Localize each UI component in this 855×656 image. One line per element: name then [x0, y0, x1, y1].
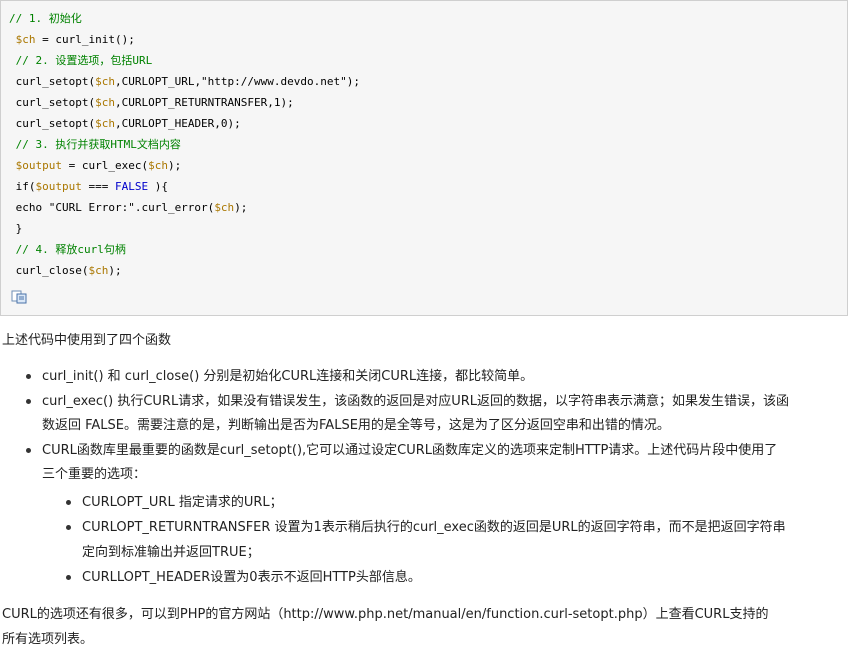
code-token: } [9, 222, 23, 235]
intro-text: 上述代码中使用到了四个函数 [2, 333, 172, 348]
code-token: curl_setopt( [9, 117, 96, 130]
code-token: ); [234, 201, 248, 214]
code-token: curl_setopt( [9, 96, 96, 109]
code-line: if($output === FALSE ){ [9, 176, 168, 197]
code-token: ,CURLOPT_HEADER,0); [114, 117, 241, 130]
code-token: ){ [148, 180, 168, 193]
outro-line-2: 所有选项列表。 [2, 632, 94, 647]
code-token: ,CURLOPT_RETURNTRANSFER,1); [114, 96, 294, 109]
code-line: $output = curl_exec($ch); [9, 155, 182, 176]
code-token: $ch [148, 159, 168, 172]
code-line: } [9, 218, 23, 239]
copy-code-icon[interactable] [11, 290, 28, 304]
code-token: // 3. 执行并获取HTML文档内容 [9, 138, 181, 151]
code-line: echo "CURL Error:".curl_error($ch); [9, 197, 248, 218]
code-line: curl_setopt($ch,CURLOPT_RETURNTRANSFER,1… [9, 92, 294, 113]
code-token: ); [108, 264, 122, 277]
sub-bullet-item-line: 定向到标准输出并返回TRUE； [82, 545, 260, 560]
code-token: FALSE [114, 180, 149, 193]
bullet-dot [26, 374, 31, 379]
sub-bullet-item-line: CURLOPT_URL 指定请求的URL； [82, 495, 283, 510]
code-line: $ch = curl_init(); [9, 29, 135, 50]
code-token: curl_close( [9, 264, 89, 277]
bullet-item-line: curl_exec() 执行CURL请求，如果没有错误发生，该函数的返回是对应U… [42, 393, 789, 409]
code-token: = curl_exec( [61, 159, 149, 172]
code-line: curl_close($ch); [9, 260, 122, 281]
bullet-dot [26, 398, 31, 404]
code-token: $ch [88, 264, 109, 277]
code-token: // 1. 初始化 [9, 12, 82, 25]
code-line: curl_setopt($ch,CURLOPT_URL,"http://www.… [9, 71, 360, 92]
outro-line-1: CURL的选项还有很多，可以到PHP的官方网站（http://www.php.n… [2, 607, 769, 622]
code-token: ,CURLOPT_URL,"http://www.devdo.net"); [114, 75, 361, 88]
code-token: curl_setopt( [9, 75, 96, 88]
code-token: $ch [95, 75, 115, 88]
code-token: $output [15, 159, 62, 172]
code-token: = curl_init(); [35, 33, 135, 46]
bullet-item-line: 数返回 FALSE。需要注意的是，判断输出是否为FALSE用的是全等号，这是为了… [42, 418, 670, 433]
code-token: $ch [15, 33, 36, 46]
code-token: $output [35, 180, 82, 193]
sub-bullet-item-line: CURLLOPT_HEADER设置为0表示不返回HTTP头部信息。 [82, 570, 421, 585]
code-token: $ch [214, 201, 235, 214]
code-token: $ch [95, 117, 115, 130]
code-token: echo "CURL Error:".curl_error( [9, 201, 215, 214]
code-token: if( [9, 180, 36, 193]
bullet-dot [26, 447, 31, 453]
code-line: // 4. 释放curl句柄 [9, 239, 126, 260]
code-line: // 1. 初始化 [9, 8, 82, 29]
code-token: $ch [95, 96, 115, 109]
bullet-item-line: 三个重要的选项： [42, 467, 147, 482]
code-token: // 4. 释放curl句柄 [9, 243, 126, 256]
code-line: // 3. 执行并获取HTML文档内容 [9, 134, 181, 155]
code-token: === [81, 180, 115, 193]
bullet-item-line: CURL函数库里最重要的函数是curl_setopt(),它可以通过设定CURL… [42, 442, 778, 458]
bullet-dot [66, 500, 71, 505]
code-block: // 1. 初始化 $ch = curl_init(); // 2. 设置选项，… [0, 0, 848, 316]
code-token: // 2. 设置选项，包括URL [9, 54, 153, 67]
code-line: curl_setopt($ch,CURLOPT_HEADER,0); [9, 113, 241, 134]
bullet-dot [66, 575, 71, 580]
sub-bullet-item-line: CURLOPT_RETURNTRANSFER 设置为1表示稍后执行的curl_e… [82, 520, 786, 535]
code-line: // 2. 设置选项，包括URL [9, 50, 153, 71]
bullet-item-line: curl_init() 和 curl_close() 分别是初始化CURL连接和… [42, 369, 534, 384]
bullet-dot [66, 525, 71, 530]
code-token: ); [167, 159, 182, 172]
